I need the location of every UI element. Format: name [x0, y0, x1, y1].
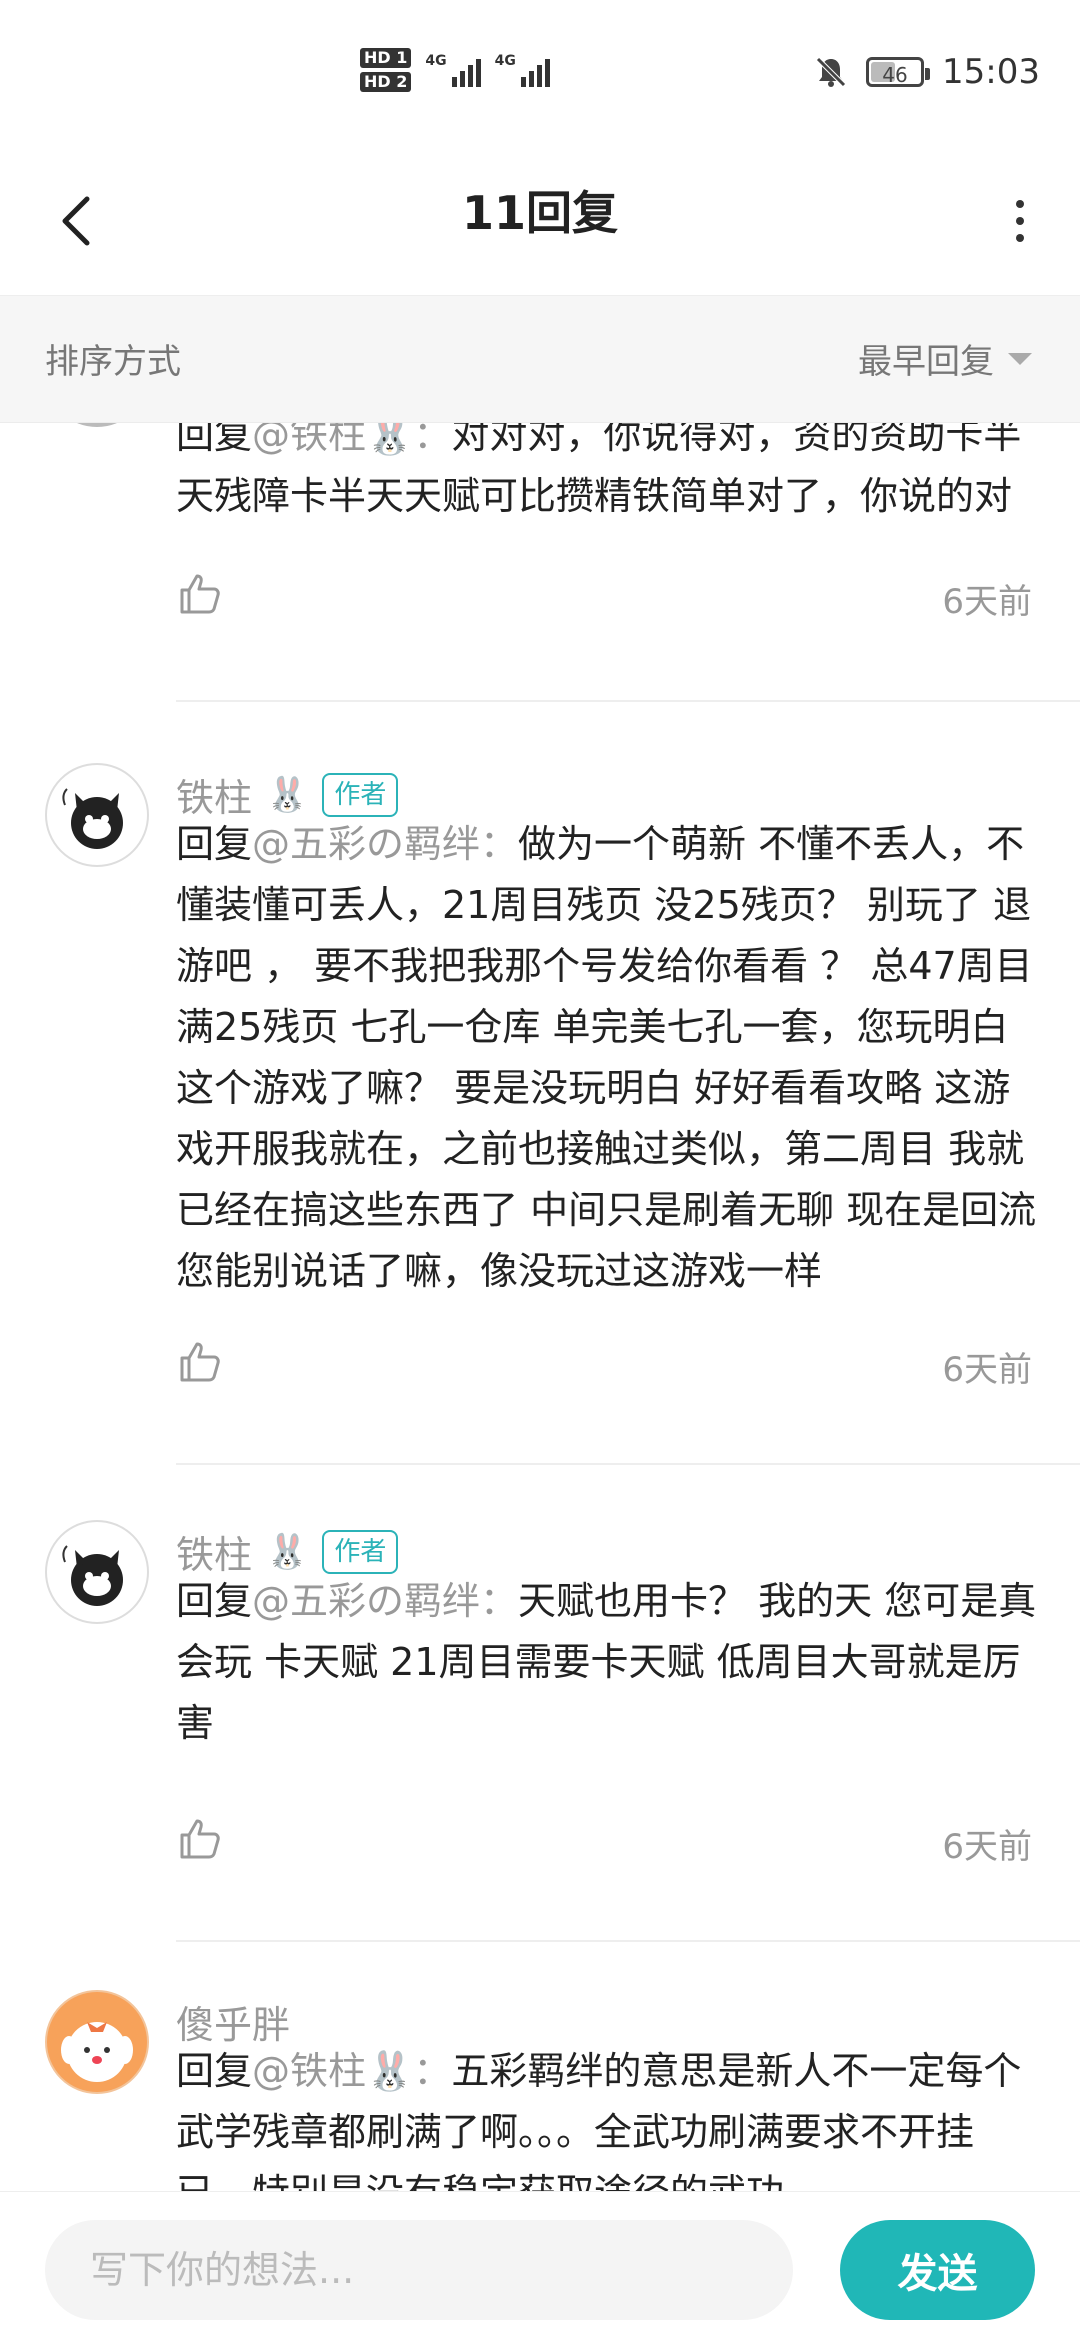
reply-footer: 6天前 — [176, 570, 1032, 630]
divider — [176, 700, 1080, 702]
reply-prefix: 回复 — [176, 822, 253, 866]
comment-composer: 发送 — [0, 2191, 1080, 2341]
divider — [176, 1940, 1080, 1942]
reply-text: 回复@铁柱🐰：对对对，你说得对，资的资助卡半天残障卡半天天赋可比攒精铁简单对了，… — [176, 423, 1040, 527]
clock: 15:03 — [942, 52, 1040, 92]
colon: ： — [413, 423, 452, 457]
reply-time: 6天前 — [942, 1350, 1032, 1390]
avatar[interactable] — [45, 1990, 149, 2094]
sort-label: 排序方式 — [45, 342, 181, 382]
sort-bar: 排序方式 最早回复 — [0, 296, 1080, 423]
sort-order-dropdown[interactable]: 最早回复 — [858, 334, 1032, 383]
send-button[interactable]: 发送 — [840, 2220, 1035, 2320]
battery-level: 46 — [882, 63, 908, 87]
author-emoji: 🐰 — [266, 774, 309, 815]
reply-content: 做为一个萌新 不懂不丢人，不懂装懂可丢人，21周目残页 没25残页？ 别玩了 退… — [176, 822, 1037, 1293]
reply-footer: 6天前 — [176, 1338, 1032, 1398]
signal-label: 4G — [425, 53, 447, 69]
reply-text: 回复@五彩の羁绊：做为一个萌新 不懂不丢人，不懂装懂可丢人，21周目残页 没25… — [176, 814, 1040, 1302]
status-bar: HD 1 HD 2 4G 4G 46 15:03 — [0, 0, 1080, 160]
author-badge: 作者 — [322, 1529, 399, 1574]
reply-text: 回复@铁柱🐰：五彩羁绊的意思是新人不一定每个武学残章都刷满了啊。。。全武功刷满要… — [176, 2041, 1040, 2191]
mention-link[interactable]: @铁柱🐰 — [252, 2049, 413, 2093]
signal-icon: 4G — [495, 53, 550, 87]
like-button[interactable] — [176, 570, 224, 618]
colon: ： — [413, 2049, 452, 2093]
reply-list[interactable]: 回复@铁柱🐰：对对对，你说得对，资的资助卡半天残障卡半天天赋可比攒精铁简单对了，… — [0, 423, 1080, 2191]
page-title: 11回复 — [461, 186, 618, 240]
divider — [176, 1463, 1080, 1465]
reply-time: 6天前 — [942, 1827, 1032, 1867]
reply-prefix: 回复 — [176, 423, 253, 457]
hd-indicators: HD 1 HD 2 — [360, 48, 412, 92]
reply-text: 回复@五彩の羁绊：天赋也用卡？ 我的天 您可是真会玩 卡天赋 21周目需要卡天赋… — [176, 1571, 1040, 1754]
avatar[interactable] — [45, 1520, 149, 1624]
more-options-button[interactable] — [990, 186, 1050, 256]
signal-label: 4G — [494, 53, 516, 69]
network-indicators: HD 1 HD 2 4G 4G — [360, 48, 550, 92]
reply-prefix: 回复 — [176, 1579, 253, 1623]
reply-prefix: 回复 — [176, 2049, 253, 2093]
chevron-down-icon — [1008, 352, 1032, 365]
reply-time: 6天前 — [942, 582, 1032, 622]
top-app-bar: 11回复 — [0, 160, 1080, 296]
colon: ： — [480, 1579, 519, 1623]
like-button[interactable] — [176, 1338, 224, 1386]
author-badge: 作者 — [322, 772, 399, 817]
mention-link[interactable]: @五彩の羁绊 — [252, 1579, 480, 1623]
sort-selected-value: 最早回复 — [858, 342, 994, 382]
system-indicators: 46 15:03 — [814, 52, 1040, 92]
colon: ： — [480, 822, 519, 866]
battery-icon: 46 — [866, 57, 931, 87]
mention-link[interactable]: @五彩の羁绊 — [252, 822, 480, 866]
thumbs-up-icon — [180, 1819, 220, 1859]
comment-input[interactable] — [45, 2220, 793, 2320]
signal-icon: 4G — [425, 53, 481, 87]
like-button[interactable] — [176, 1815, 224, 1863]
mention-link[interactable]: @铁柱🐰 — [252, 423, 413, 457]
avatar[interactable] — [45, 763, 149, 867]
thumbs-up-icon — [180, 1342, 220, 1382]
avatar[interactable] — [45, 423, 149, 427]
hd1-badge: HD 1 — [360, 48, 412, 68]
hd2-badge: HD 2 — [360, 72, 412, 92]
more-vertical-icon — [1016, 200, 1024, 208]
author-emoji: 🐰 — [266, 1531, 309, 1572]
reply-footer: 6天前 — [176, 1815, 1032, 1875]
notifications-off-icon — [814, 55, 848, 89]
thumbs-up-icon — [180, 574, 220, 614]
